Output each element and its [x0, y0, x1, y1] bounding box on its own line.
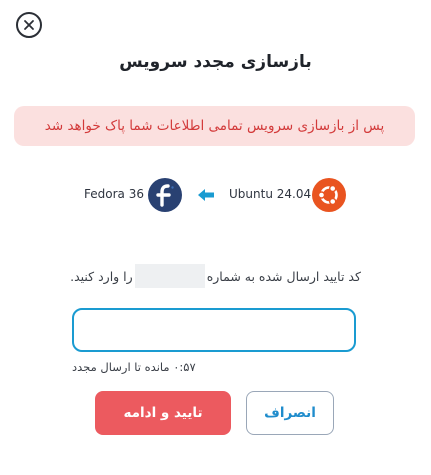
warning-banner: پس از بازسازی سرویس تمامی اطلاعات شما پا… — [14, 106, 415, 146]
cancel-button[interactable]: انصراف — [246, 391, 334, 435]
verification-prompt: کد تایید ارسال شده به شماره را وارد کنید… — [0, 264, 431, 288]
verification-prompt-start: کد تایید ارسال شده به شماره — [206, 268, 361, 284]
arrow-left-icon — [198, 189, 214, 201]
cancel-button-label: انصراف — [264, 405, 316, 421]
verification-code-input[interactable] — [72, 308, 356, 352]
os-migration: Fedora 36 Ubuntu 24.04 — [0, 178, 431, 212]
close-icon — [24, 20, 34, 30]
ubuntu-logo-icon — [312, 178, 346, 212]
warning-text: پس از بازسازی سرویس تمامی اطلاعات شما پا… — [44, 118, 385, 134]
masked-phone-number — [134, 264, 205, 288]
verification-prompt-end: را وارد کنید. — [70, 268, 133, 284]
confirm-button-label: تایید و ادامه — [123, 405, 203, 421]
fedora-logo-icon — [148, 178, 182, 212]
confirm-continue-button[interactable]: تایید و ادامه — [95, 391, 231, 435]
target-os-label: Fedora 36 — [84, 187, 144, 201]
current-os-label: Ubuntu 24.04 — [229, 187, 312, 201]
resend-timer: ۰:۵۷ مانده تا ارسال مجدد — [72, 360, 196, 374]
close-button[interactable] — [16, 12, 42, 38]
dialog-title: بازسازی مجدد سرویس — [119, 52, 312, 72]
